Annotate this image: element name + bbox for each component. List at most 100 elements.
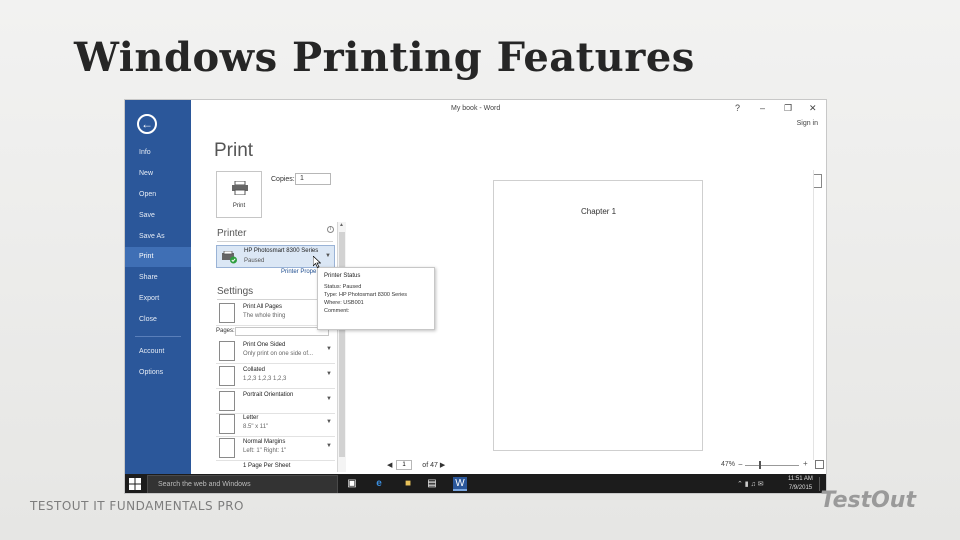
pages-input[interactable] xyxy=(235,327,329,336)
divider xyxy=(217,299,333,300)
zoom-in-icon[interactable]: + xyxy=(803,459,808,468)
clock-time: 11:51 AM xyxy=(788,476,813,482)
backstage-item-new[interactable]: New xyxy=(125,164,191,184)
page-number-input[interactable]: 1 xyxy=(396,460,412,470)
settings-heading: Settings xyxy=(217,286,254,297)
chevron-down-icon: ▼ xyxy=(326,346,332,352)
paper-icon xyxy=(219,414,235,434)
chevron-down-icon: ▼ xyxy=(326,443,332,449)
minimize-icon[interactable]: ‒ xyxy=(760,103,765,113)
sign-in-link[interactable]: Sign in xyxy=(797,120,818,127)
pages-label: Pages: xyxy=(216,328,235,334)
backstage-item-account[interactable]: Account xyxy=(125,342,191,362)
windows-taskbar: Search the web and Windows ▣ e ■ ▤ W ⌃ ▮… xyxy=(125,474,826,493)
setting-label: 1 Page Per Sheet xyxy=(243,463,291,469)
chevron-down-icon: ▼ xyxy=(326,396,332,402)
setting-pages-per-sheet[interactable]: 1 Page Per Sheet xyxy=(216,461,335,473)
preview-page-text: Chapter 1 xyxy=(581,207,617,216)
zoom-slider[interactable] xyxy=(745,465,799,466)
print-button-label: Print xyxy=(232,203,246,209)
setting-sides[interactable]: Print One Sided Only print on one side o… xyxy=(216,339,335,364)
backstage-item-share[interactable]: Share xyxy=(125,268,191,288)
tooltip-line: Where: USB001 xyxy=(324,300,364,306)
setting-sublabel: Only print on one side of... xyxy=(243,351,314,357)
page-total: of 47 xyxy=(422,462,438,469)
setting-sublabel: Left: 1" Right: 1" xyxy=(243,448,287,454)
setting-sublabel: 1,2,3 1,2,3 1,2,3 xyxy=(243,376,287,382)
restore-icon[interactable]: ❐ xyxy=(784,103,792,114)
pages-icon xyxy=(219,303,235,323)
chevron-down-icon: ▼ xyxy=(325,253,331,259)
prev-page-icon[interactable]: ◀ xyxy=(387,462,392,469)
footer-course-name: TESTOUT IT FUNDAMENTALS PRO xyxy=(30,499,244,513)
tooltip-line: Type: HP Photosmart 8300 Series xyxy=(324,292,408,298)
word-print-screenshot: ← Info New Open Save Save As Print Share… xyxy=(124,99,827,494)
printer-status-icon xyxy=(222,251,237,264)
setting-margins[interactable]: Normal Margins Left: 1" Right: 1" ▼ xyxy=(216,436,335,461)
one-sided-icon xyxy=(219,341,235,361)
search-placeholder: Search the web and Windows xyxy=(158,481,251,488)
print-button[interactable]: Print xyxy=(216,171,262,218)
close-icon[interactable]: ✕ xyxy=(809,103,817,114)
file-explorer-icon[interactable]: ■ xyxy=(401,477,415,491)
clock-date: 7/9/2015 xyxy=(788,485,813,491)
taskbar-search-input[interactable]: Search the web and Windows xyxy=(147,475,338,493)
print-heading: Print xyxy=(214,140,254,161)
zoom-slider-thumb[interactable] xyxy=(759,461,761,469)
setting-label: Collated xyxy=(243,367,266,373)
collated-icon xyxy=(219,366,235,386)
margins-icon xyxy=(219,438,235,458)
info-icon[interactable]: i xyxy=(327,226,334,233)
backstage-item-close[interactable]: Close xyxy=(125,310,191,330)
setting-label: Letter xyxy=(243,415,259,421)
backstage-item-print[interactable]: Print xyxy=(125,247,191,267)
edge-icon[interactable]: e xyxy=(372,477,386,491)
copies-stepper[interactable]: 1 xyxy=(295,173,331,185)
task-view-icon[interactable]: ▣ xyxy=(345,477,359,491)
windows-start-icon[interactable] xyxy=(129,478,141,490)
slide-title: Windows Printing Features xyxy=(74,34,695,81)
printer-status: Paused xyxy=(244,258,265,264)
printer-properties-link[interactable]: Printer Prope xyxy=(281,269,316,275)
setting-label: Print All Pages xyxy=(243,304,283,310)
backstage-item-info[interactable]: Info xyxy=(125,143,191,163)
testout-logo: TestOut xyxy=(820,488,916,513)
chevron-down-icon: ▼ xyxy=(326,419,332,425)
help-icon[interactable]: ? xyxy=(735,103,740,113)
setting-sublabel: 8.5" x 11" xyxy=(243,424,269,430)
next-page-icon[interactable]: ▶ xyxy=(440,462,445,469)
backstage-item-open[interactable]: Open xyxy=(125,185,191,205)
setting-orientation[interactable]: Portrait Orientation ▼ xyxy=(216,389,335,414)
backstage-item-save[interactable]: Save xyxy=(125,206,191,226)
tooltip-line: Status: Paused xyxy=(324,284,362,290)
setting-label: Print One Sided xyxy=(243,342,286,348)
preview-scrollbar[interactable] xyxy=(813,170,822,460)
portrait-icon xyxy=(219,391,235,411)
taskbar-clock[interactable]: 11:51 AM 7/9/2015 xyxy=(788,475,813,493)
backstage-nav: ← Info New Open Save Save As Print Share… xyxy=(125,100,191,474)
copies-label: Copies: xyxy=(271,176,295,183)
divider xyxy=(217,241,333,242)
backstage-item-save-as[interactable]: Save As xyxy=(125,227,191,247)
store-icon[interactable]: ▤ xyxy=(425,477,439,491)
scroll-thumb[interactable] xyxy=(339,232,345,457)
zoom-to-page-icon[interactable] xyxy=(815,460,824,469)
zoom-out-icon[interactable]: − xyxy=(738,460,743,469)
word-icon[interactable]: W xyxy=(453,477,467,491)
zoom-level: 47% xyxy=(721,461,736,468)
tooltip-title: Printer Status xyxy=(324,273,361,279)
window-title: My book - Word xyxy=(451,105,501,112)
backstage-item-export[interactable]: Export xyxy=(125,289,191,309)
settings-scrollbar[interactable]: ▲ xyxy=(337,222,346,472)
setting-paper-size[interactable]: Letter 8.5" x 11" ▼ xyxy=(216,412,335,437)
system-tray[interactable]: ⌃ ▮ ♫ ✉ xyxy=(737,480,764,488)
mouse-cursor-icon xyxy=(313,256,321,268)
backstage-item-options[interactable]: Options xyxy=(125,363,191,383)
chevron-down-icon: ▼ xyxy=(326,371,332,377)
scroll-up-icon[interactable]: ▲ xyxy=(339,222,344,228)
setting-label: Normal Margins xyxy=(243,439,286,445)
arrow-left-icon[interactable]: ← xyxy=(137,114,157,134)
setting-collation[interactable]: Collated 1,2,3 1,2,3 1,2,3 ▼ xyxy=(216,364,335,389)
tooltip-line: Comment: xyxy=(324,308,350,314)
printer-icon xyxy=(232,181,248,195)
